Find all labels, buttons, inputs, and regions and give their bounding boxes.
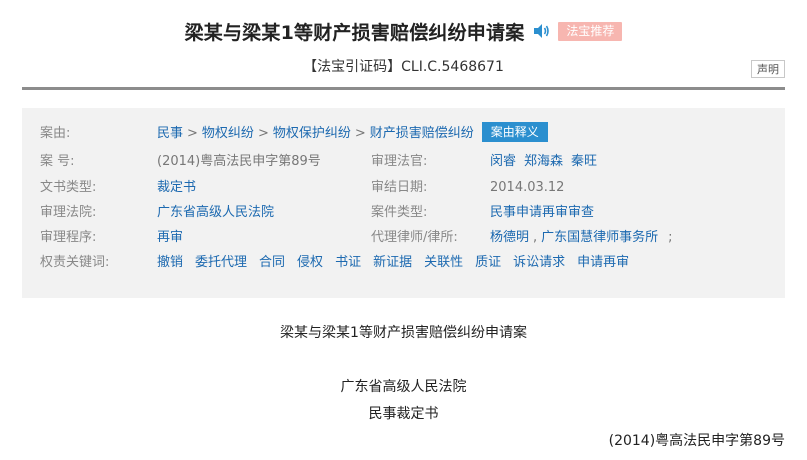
- case-type-value[interactable]: 民事申请再审审查: [490, 201, 594, 225]
- conclusion-date-value: 2014.03.12: [490, 180, 565, 195]
- citation-code-row: 【法宝引证码】CLI.C.5468671: [0, 56, 807, 76]
- conclusion-date-label: 审结日期:: [371, 180, 428, 195]
- keyword-link[interactable]: 合同: [259, 255, 285, 270]
- recommend-badge[interactable]: 法宝推荐: [558, 21, 623, 41]
- citation-code: CLI.C.5468671: [401, 59, 504, 75]
- citation-label: 【法宝引证码】: [303, 59, 402, 75]
- judges-list: 闵睿 郑海森 秦旺: [490, 150, 597, 174]
- case-info-panel: 案由: 民事 > 物权纠纷 > 物权保护纠纷 > 财产损害赔偿纠纷 案由释义 案 号: (20…: [22, 108, 785, 298]
- case-number-value: (2014)粤高法民申字第89号: [157, 154, 321, 169]
- lawyer-link[interactable]: 杨德明: [490, 230, 529, 245]
- document-title: 梁某与梁某1等财产损害赔偿纠纷申请案: [280, 325, 527, 341]
- keywords-list: 撤销 委托代理 合同 侵权 书证 新证据 关联性 质证 诉讼请求 申请再审: [157, 251, 641, 275]
- case-cause-breadcrumb: 民事 > 物权纠纷 > 物权保护纠纷 > 财产损害赔偿纠纷 案由释义: [157, 122, 548, 146]
- declaration-button[interactable]: 声明: [751, 60, 785, 78]
- judge-link[interactable]: 郑海森: [524, 154, 563, 169]
- document-case-number: (2014)粤高法民申字第89号: [608, 433, 785, 449]
- keyword-link[interactable]: 撤销: [157, 255, 183, 270]
- lawyer-label: 代理律师/律所:: [371, 230, 458, 245]
- keyword-link[interactable]: 诉讼请求: [513, 255, 565, 270]
- court-row: 审理法院: 广东省高级人民法院 案件类型: 民事申请再审审查: [22, 201, 785, 225]
- case-number-row: 案 号: (2014)粤高法民申字第89号 审理法官: 闵睿 郑海森 秦旺: [22, 150, 785, 174]
- header-divider: [22, 87, 785, 90]
- keywords-row: 权责关键词: 撤销 委托代理 合同 侵权 书证 新证据 关联性 质证 诉讼请求 申请再审: [22, 251, 785, 275]
- law-firm-trailing: ;: [668, 230, 673, 245]
- judge-link[interactable]: 秦旺: [571, 154, 597, 169]
- document-type-label: 文书类型:: [40, 180, 97, 195]
- keyword-link[interactable]: 申请再审: [577, 255, 629, 270]
- keyword-link[interactable]: 书证: [335, 255, 361, 270]
- procedure-value[interactable]: 再审: [157, 226, 183, 250]
- judges-label: 审理法官:: [371, 154, 428, 169]
- procedure-label: 审理程序:: [40, 230, 97, 245]
- case-cause-link-property-protection[interactable]: 物权保护纠纷: [273, 126, 351, 141]
- lawyer-separator: ,: [533, 230, 538, 245]
- breadcrumb-separator: >: [354, 126, 366, 141]
- case-type-label: 案件类型:: [371, 205, 428, 220]
- keyword-link[interactable]: 关联性: [424, 255, 463, 270]
- case-cause-label: 案由:: [40, 126, 71, 141]
- page-title: 梁某与梁某1等财产损害赔偿纠纷申请案: [184, 21, 525, 44]
- keywords-label: 权责关键词:: [40, 255, 110, 270]
- document-type-row: 文书类型: 裁定书 审结日期: 2014.03.12: [22, 176, 785, 200]
- case-cause-link-damage-compensation[interactable]: 财产损害赔偿纠纷: [370, 126, 474, 141]
- document-type-value[interactable]: 裁定书: [157, 176, 196, 200]
- judge-link[interactable]: 闵睿: [490, 154, 516, 169]
- law-firm-link[interactable]: 广东国慧律师事务所: [541, 230, 658, 245]
- document-court-name: 广东省高级人民法院: [340, 379, 467, 395]
- court-label: 审理法院:: [40, 205, 97, 220]
- keyword-link[interactable]: 侵权: [297, 255, 323, 270]
- breadcrumb-separator: >: [257, 126, 269, 141]
- court-value[interactable]: 广东省高级人民法院: [157, 201, 274, 225]
- breadcrumb-separator: >: [187, 126, 198, 141]
- procedure-row: 审理程序: 再审 代理律师/律所: 杨德明, 广东国慧律师事务所;: [22, 226, 785, 250]
- case-cause-link-property-dispute[interactable]: 物权纠纷: [202, 126, 254, 141]
- keyword-link[interactable]: 新证据: [373, 255, 412, 270]
- case-cause-link-civil[interactable]: 民事: [157, 126, 183, 141]
- title-row: 梁某与梁某1等财产损害赔偿纠纷申请案 法宝推荐: [0, 18, 807, 44]
- document-kind: 民事裁定书: [368, 406, 439, 422]
- case-number-label: 案 号:: [40, 154, 75, 169]
- speaker-icon[interactable]: [532, 23, 550, 39]
- case-cause-explanation-button[interactable]: 案由释义: [481, 122, 548, 142]
- keyword-link[interactable]: 质证: [475, 255, 501, 270]
- case-cause-row: 案由: 民事 > 物权纠纷 > 物权保护纠纷 > 财产损害赔偿纠纷 案由释义: [22, 122, 785, 146]
- keyword-link[interactable]: 委托代理: [195, 255, 247, 270]
- lawyer-list: 杨德明, 广东国慧律师事务所;: [490, 226, 673, 250]
